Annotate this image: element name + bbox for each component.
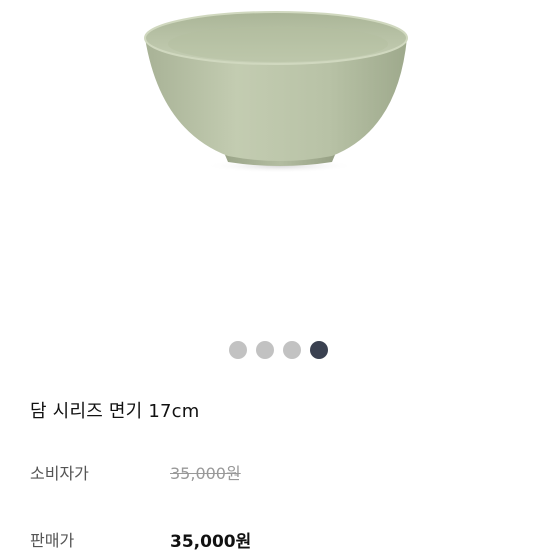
sale-price-value: 35,000원 [170,531,252,552]
product-image [144,11,408,173]
pagination-dot[interactable] [255,341,274,359]
pagination-dot[interactable] [282,341,301,359]
pagination-dot[interactable] [228,341,247,359]
image-pagination [0,341,554,359]
list-price-value: 35,000원 [170,464,241,483]
sale-price-label: 판매가 [30,531,75,550]
product-image-gallery[interactable] [0,0,554,330]
list-price-label: 소비자가 [30,464,89,483]
product-detail-page: 담 시리즈 면기 17cm 소비자가 35,000원 판매가 35,000원 [0,0,554,554]
sale-price-row: 판매가 35,000원 [30,526,530,552]
product-title: 담 시리즈 면기 17cm [30,401,200,422]
pagination-dot-active[interactable] [309,341,328,359]
list-price-row: 소비자가 35,000원 [30,459,530,485]
